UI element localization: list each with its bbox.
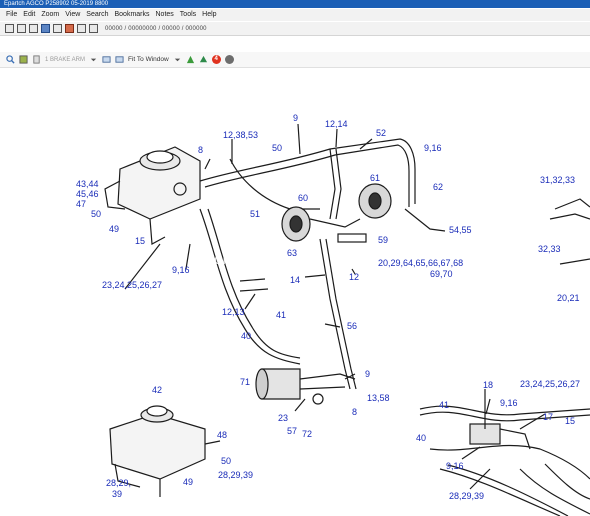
callout-label[interactable]: 41	[439, 400, 449, 410]
next-page-icon[interactable]	[115, 55, 124, 64]
section-label: 1 BRAKE ARM	[45, 56, 86, 63]
callout-label[interactable]: 50	[91, 209, 101, 219]
callout-label[interactable]: 50	[272, 143, 282, 153]
menu-notes[interactable]: Notes	[156, 9, 174, 21]
new-icon[interactable]	[17, 24, 26, 33]
zoom-area-icon[interactable]	[19, 55, 28, 64]
callout-label[interactable]: 43,44	[76, 179, 99, 189]
callout-label[interactable]: 12,14	[325, 119, 348, 129]
menu-help[interactable]: Help	[202, 9, 216, 21]
hotspot-count-badge[interactable]: 4	[211, 55, 221, 64]
callout-label[interactable]: 12,38,53	[223, 130, 258, 140]
breadcrumb: 00000 / 00000000 / 00000 / 000000	[105, 25, 207, 32]
copy-icon[interactable]	[53, 24, 62, 33]
callout-label[interactable]: 49	[183, 477, 193, 487]
callout-label[interactable]: 15	[135, 236, 145, 246]
callout-label[interactable]: 45,46	[76, 189, 99, 199]
callout-label[interactable]: 57	[287, 426, 297, 436]
notes-icon[interactable]	[77, 24, 86, 33]
callout-label[interactable]: 61	[370, 173, 380, 183]
dropdown-icon[interactable]	[173, 55, 182, 64]
callout-label[interactable]: 23,24,25,26,27	[102, 280, 162, 290]
callout-label[interactable]: 9,16	[424, 143, 442, 153]
callout-label[interactable]: 28,29,39	[218, 470, 253, 480]
tree-icon[interactable]	[199, 55, 208, 64]
callout-label[interactable]: 62	[433, 182, 443, 192]
parts-diagram[interactable]: Store No. 607297 12,38,53 9 12,14 52 8 5…	[0, 69, 590, 516]
callout-label[interactable]: 69,70	[430, 269, 453, 279]
callout-label[interactable]: 28,29,39	[449, 491, 484, 501]
callout-label[interactable]: 9,16	[500, 398, 518, 408]
image-toolbar: 1 BRAKE ARM Fit To Window 4	[0, 52, 590, 68]
watermark-text: Store No. 607297	[200, 251, 318, 268]
drawing-lines	[104, 123, 590, 516]
callout-label[interactable]: 60	[298, 193, 308, 203]
callout-label[interactable]: 9,16	[172, 265, 190, 275]
menu-edit[interactable]: Edit	[23, 9, 35, 21]
callout-label[interactable]: 72	[302, 429, 312, 439]
callout-label[interactable]: 23,24,25,26,27	[520, 379, 580, 389]
callout-label[interactable]: 51	[250, 209, 260, 219]
page-icon[interactable]	[32, 55, 41, 64]
callout-label[interactable]: 71	[240, 377, 250, 387]
title-bar: Epartch AGCO P258902 05-2019 8800	[0, 0, 590, 8]
callout-label[interactable]: 47	[76, 199, 86, 209]
menu-tools[interactable]: Tools	[180, 9, 196, 21]
callout-label[interactable]: 59	[378, 235, 388, 245]
callout-label[interactable]: 17	[543, 412, 553, 422]
callout-label[interactable]: 23	[278, 413, 288, 423]
callout-label[interactable]: 15	[565, 416, 575, 426]
callout-label[interactable]: 48	[217, 430, 227, 440]
callout-label[interactable]: 40	[416, 433, 426, 443]
callout-label[interactable]: 50	[221, 456, 231, 466]
callout-label[interactable]: 20,21	[557, 293, 580, 303]
callout-label[interactable]: 54,55	[449, 225, 472, 235]
zoom-icon[interactable]	[6, 55, 15, 64]
callout-label[interactable]: 14	[290, 275, 300, 285]
diagram-canvas: Store No. 607297 12,38,53 9 12,14 52 8 5…	[76, 113, 590, 516]
menu-file[interactable]: File	[6, 9, 17, 21]
callout-label[interactable]: 13,58	[367, 393, 390, 403]
callout-label[interactable]: 52	[376, 128, 386, 138]
callout-label[interactable]: 28,29,	[106, 478, 131, 488]
parts-list-icon[interactable]	[89, 24, 98, 33]
settings-icon[interactable]	[224, 55, 234, 64]
menu-bookmarks[interactable]: Bookmarks	[114, 9, 149, 21]
prev-page-icon[interactable]	[102, 55, 111, 64]
callout-label[interactable]: 40	[241, 331, 251, 341]
bookmark-icon[interactable]	[41, 24, 50, 33]
highlight-icon[interactable]	[186, 55, 195, 64]
callout-label[interactable]: 32,33	[538, 244, 561, 254]
window-title: Epartch AGCO P258902 05-2019 8800	[4, 1, 109, 7]
open-icon[interactable]	[5, 24, 14, 33]
callout-label[interactable]: 9,16	[446, 461, 464, 471]
dropdown-icon[interactable]	[89, 55, 98, 64]
main-toolbar: 00000 / 00000000 / 00000 / 000000	[0, 22, 590, 36]
callout-label[interactable]: 18	[483, 380, 493, 390]
callout-label[interactable]: 12	[349, 272, 359, 282]
callout-label[interactable]: 12,13	[222, 307, 245, 317]
callout-label[interactable]: 20,29,64,65,66,67,68	[378, 258, 463, 268]
callout-label[interactable]: 9	[293, 113, 298, 123]
callout-label[interactable]: 39	[112, 489, 122, 499]
callout-label[interactable]: 42	[152, 385, 162, 395]
menu-search[interactable]: Search	[86, 9, 108, 21]
callout-label[interactable]: 8	[198, 145, 203, 155]
callout-label[interactable]: 56	[347, 321, 357, 331]
callout-label[interactable]: 41	[276, 310, 286, 320]
callout-label[interactable]: 49	[109, 224, 119, 234]
callout-label[interactable]: 63	[287, 248, 297, 258]
menu-zoom[interactable]: Zoom	[41, 9, 59, 21]
menu-view[interactable]: View	[65, 9, 80, 21]
fit-to-window-select[interactable]: Fit To Window	[128, 56, 169, 63]
menu-bar: File Edit Zoom View Search Bookmarks Not…	[0, 9, 590, 21]
callout-label[interactable]: 8	[352, 407, 357, 417]
callout-label[interactable]: 9	[365, 369, 370, 379]
print-icon[interactable]	[29, 24, 38, 33]
catalog-icon[interactable]	[65, 24, 74, 33]
callout-label[interactable]: 31,32,33	[540, 175, 575, 185]
